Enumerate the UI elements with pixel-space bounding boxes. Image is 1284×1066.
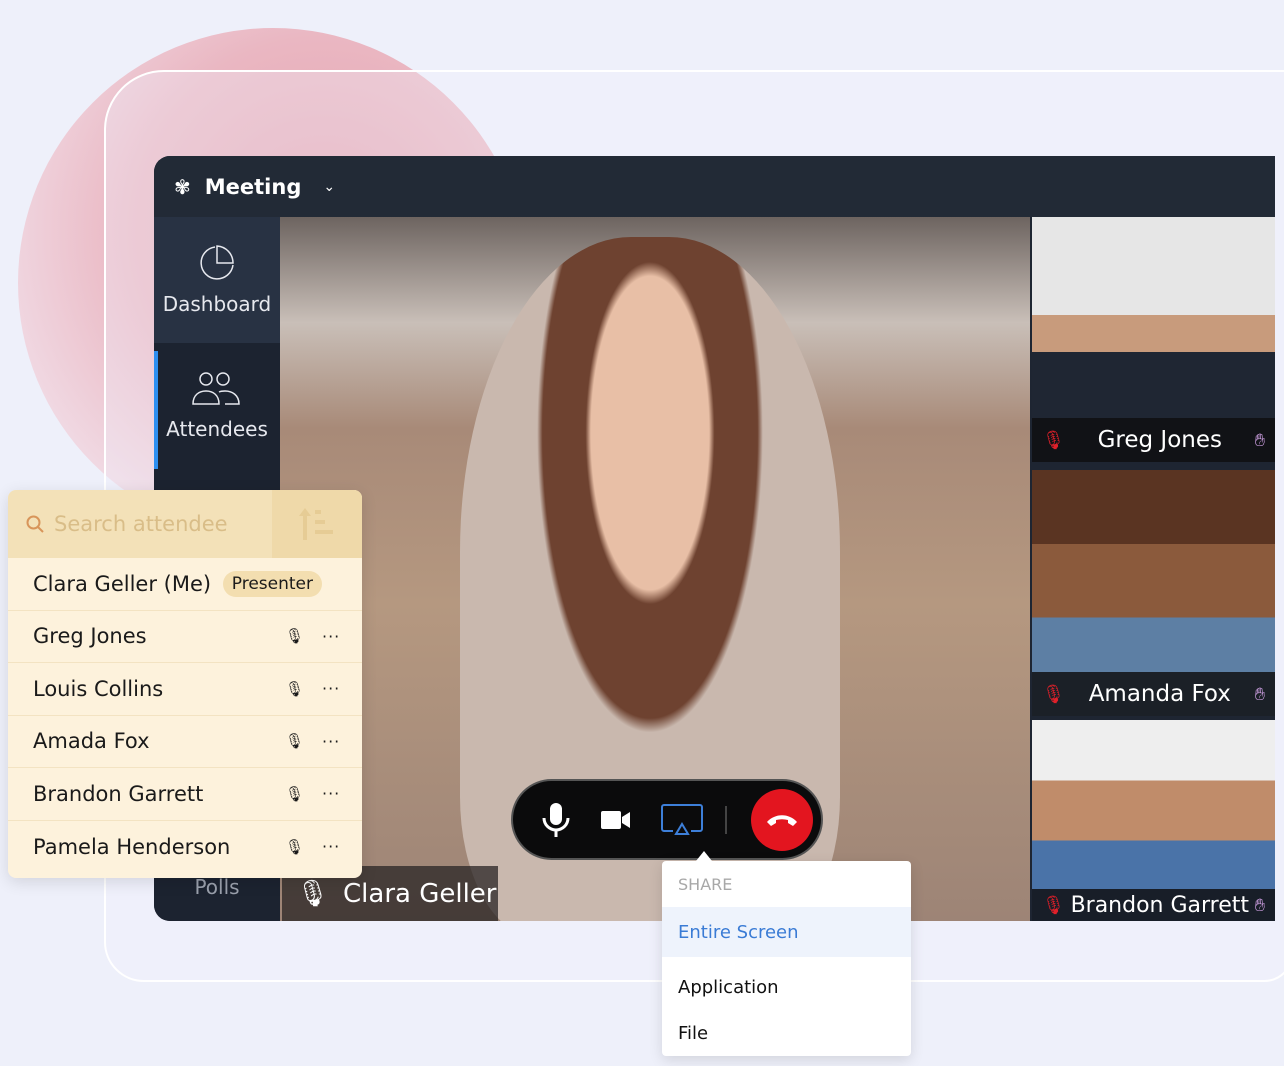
- attendee-row[interactable]: Clara Geller (Me) Presenter: [8, 558, 362, 611]
- mic-icon[interactable]: 🎙︎: [285, 785, 322, 803]
- presenter-badge: Presenter: [222, 570, 322, 597]
- search-icon: [26, 515, 44, 533]
- share-option-application[interactable]: Application: [662, 957, 911, 1013]
- share-option-entire-screen[interactable]: Entire Screen: [662, 907, 911, 957]
- sidebar-item-dashboard[interactable]: Dashboard: [154, 217, 280, 343]
- camera-button[interactable]: [601, 809, 631, 831]
- mic-icon[interactable]: 🎙︎: [285, 838, 322, 856]
- more-options-icon[interactable]: ···: [322, 732, 362, 751]
- mic-muted-icon: 🎙︎: [1042, 894, 1065, 916]
- divider: [725, 805, 727, 834]
- sidebar-item-polls[interactable]: Polls: [154, 875, 280, 899]
- share-screen-button[interactable]: [661, 803, 703, 836]
- chevron-down-icon[interactable]: ⌄: [323, 179, 335, 195]
- tile-name: Greg Jones: [1097, 427, 1222, 453]
- share-option-file[interactable]: File: [662, 1013, 911, 1053]
- sort-button[interactable]: [272, 490, 362, 558]
- attendee-row[interactable]: Greg Jones 🎙︎ ···: [8, 611, 362, 663]
- attendee-row[interactable]: Pamela Henderson 🎙︎ ···: [8, 821, 362, 874]
- sidebar-item-label: Attendees: [166, 417, 268, 441]
- attendee-row[interactable]: Brandon Garrett 🎙︎ ···: [8, 768, 362, 821]
- attendee-row[interactable]: Amada Fox 🎙︎ ···: [8, 716, 362, 768]
- sidebar-item-attendees[interactable]: Attendees: [154, 343, 280, 469]
- video-tile[interactable]: 🎙︎ Greg Jones ✋︎: [1032, 217, 1275, 462]
- tile-name: Amanda Fox: [1088, 681, 1231, 707]
- attendee-name: Greg Jones: [33, 624, 147, 649]
- search-placeholder: Search attendee: [54, 512, 228, 536]
- users-icon: [192, 372, 240, 405]
- attendee-name: Louis Collins: [33, 676, 164, 701]
- microphone-button[interactable]: [541, 802, 571, 838]
- mic-icon: 🎙︎: [296, 878, 330, 909]
- mic-icon[interactable]: 🎙︎: [285, 680, 322, 698]
- share-menu: SHARE Entire Screen Application File: [662, 851, 911, 1056]
- tile-name: Brandon Garrett: [1070, 892, 1250, 918]
- raise-hand-icon: ✋︎: [1254, 894, 1265, 916]
- attendee-name: Amada Fox: [33, 729, 150, 754]
- share-menu-header: SHARE: [678, 875, 733, 894]
- raise-hand-icon: ✋︎: [1254, 683, 1265, 705]
- attendee-row[interactable]: Louis Collins 🎙︎ ···: [8, 663, 362, 716]
- mic-muted-icon: 🎙︎: [1042, 429, 1065, 451]
- raise-hand-icon: ✋︎: [1254, 429, 1265, 451]
- meeting-title: Meeting: [204, 174, 302, 199]
- video-tile[interactable]: 🎙︎ Brandon Garrett ✋︎: [1032, 720, 1275, 921]
- mic-icon[interactable]: 🎙︎: [285, 732, 322, 750]
- pie-chart-icon: [200, 245, 234, 280]
- more-options-icon[interactable]: ···: [322, 784, 362, 803]
- attendee-name: Pamela Henderson: [33, 834, 231, 859]
- attendee-name: Brandon Garrett: [33, 781, 204, 806]
- video-tile[interactable]: 🎙︎ Amanda Fox ✋︎: [1032, 470, 1275, 716]
- search-input[interactable]: Search attendee: [8, 490, 272, 558]
- attendee-panel: Search attendee Clara Geller (Me) Present…: [8, 490, 362, 878]
- meeting-logo-icon: ✾: [174, 174, 191, 199]
- end-call-button[interactable]: [751, 788, 813, 851]
- header: ✾ Meeting ⌄: [154, 156, 1275, 217]
- more-options-icon[interactable]: ···: [322, 627, 362, 646]
- more-options-icon[interactable]: ···: [322, 679, 362, 698]
- more-options-icon[interactable]: ···: [322, 837, 362, 856]
- mic-icon[interactable]: 🎙︎: [285, 627, 322, 645]
- sidebar-item-label: Dashboard: [162, 292, 272, 316]
- phone-hangup-icon: [767, 814, 797, 826]
- call-controls: [511, 779, 823, 860]
- speaker-name: Clara Geller: [343, 878, 497, 909]
- attendee-name: Clara Geller (Me): [33, 571, 212, 596]
- mic-muted-icon: 🎙︎: [1042, 683, 1065, 705]
- sort-icon: [299, 508, 333, 540]
